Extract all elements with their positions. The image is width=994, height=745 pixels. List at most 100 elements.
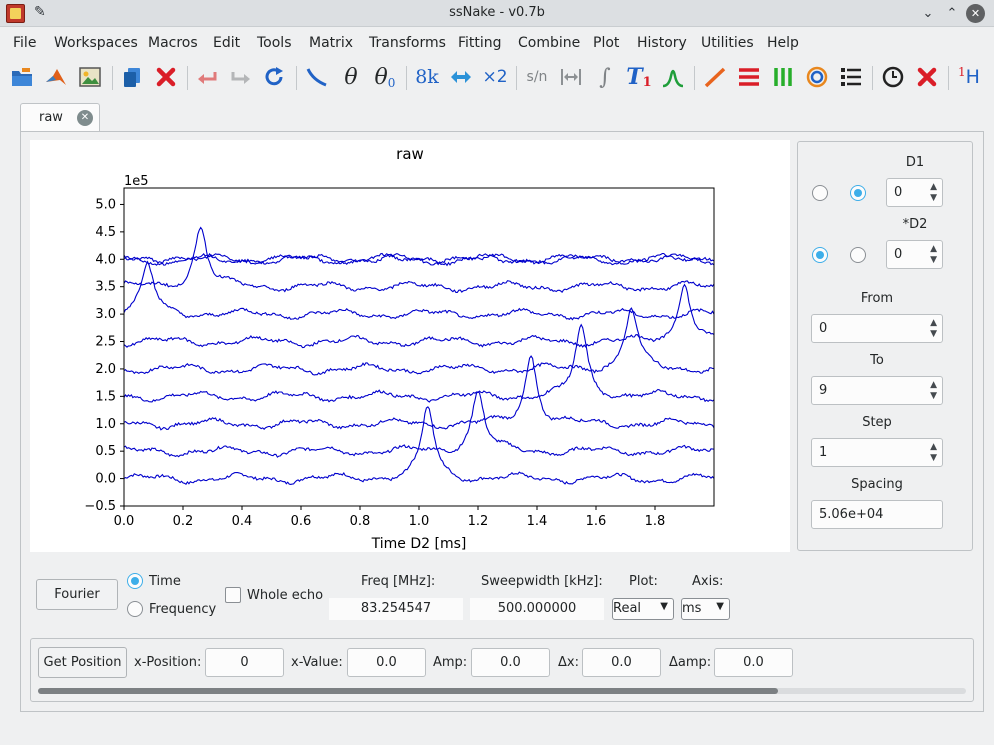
freq-field[interactable]: 83.254547	[329, 598, 463, 620]
toolbar-separator	[872, 66, 873, 90]
size-8k-icon[interactable]: 8k	[413, 63, 441, 91]
axis-unit-select[interactable]: ms ▼	[681, 598, 730, 620]
spacing-field[interactable]: 5.06e+04	[811, 500, 943, 529]
array-plot-icon[interactable]	[769, 63, 797, 91]
snr-icon[interactable]: s/n	[523, 63, 551, 91]
d2-value: 0	[894, 247, 903, 262]
amp-field[interactable]: 0.0	[471, 648, 550, 677]
d2-radio-left[interactable]	[812, 247, 828, 263]
line-plot-icon[interactable]	[701, 63, 729, 91]
tab-close-icon[interactable]: ✕	[77, 110, 93, 126]
toolbar-separator	[948, 66, 949, 90]
contour-icon[interactable]	[803, 63, 831, 91]
delta-amp-field[interactable]: 0.0	[714, 648, 793, 677]
redo-icon[interactable]	[227, 63, 255, 91]
d1-radio-right[interactable]	[850, 185, 866, 201]
d1-up-icon[interactable]: ▲	[930, 183, 937, 192]
plot-traces	[123, 226, 715, 485]
t1-subscript: 1	[642, 74, 652, 90]
d2-up-icon[interactable]: ▲	[930, 245, 937, 254]
fwhm-icon[interactable]	[557, 63, 585, 91]
x-tick-label: 0.6	[291, 514, 312, 529]
integral-icon[interactable]: ∫	[591, 63, 619, 91]
get-position-button[interactable]: Get Position	[38, 647, 127, 678]
fourier-button[interactable]: Fourier	[36, 579, 118, 610]
nucleus-h1-icon[interactable]: 1H	[955, 63, 983, 91]
d2-radio-right[interactable]	[850, 247, 866, 263]
step-spinbox[interactable]: 1 ▲ ▼	[811, 438, 943, 467]
undo-icon[interactable]	[193, 63, 221, 91]
matlab-icon[interactable]	[42, 63, 70, 91]
y-offset-label: 1e5	[124, 174, 149, 189]
trace-line	[123, 283, 715, 349]
delta-x-field[interactable]: 0.0	[582, 648, 661, 677]
tab-raw[interactable]: raw ✕	[20, 103, 100, 132]
menu-macros[interactable]: Macros	[148, 35, 198, 51]
x-value-field[interactable]: 0.0	[347, 648, 426, 677]
stack-plot-icon[interactable]	[735, 63, 763, 91]
phase-zero-icon[interactable]: θ0	[371, 63, 399, 91]
menu-matrix[interactable]: Matrix	[309, 35, 353, 51]
to-value: 9	[819, 383, 828, 398]
theta-glyph: θ	[374, 64, 388, 90]
clock-icon[interactable]	[879, 63, 907, 91]
menu-utilities[interactable]: Utilities	[701, 35, 754, 51]
menu-file[interactable]: File	[13, 35, 36, 51]
menu-tools[interactable]: Tools	[257, 35, 292, 51]
list-icon[interactable]	[837, 63, 865, 91]
menu-plot[interactable]: Plot	[593, 35, 619, 51]
frequency-radio[interactable]	[127, 601, 143, 617]
menu-workspaces[interactable]: Workspaces	[54, 35, 138, 51]
menu-help[interactable]: Help	[767, 35, 799, 51]
minimize-icon[interactable]: ⌄	[918, 4, 938, 23]
menu-combine[interactable]: Combine	[518, 35, 580, 51]
trace-line	[123, 355, 715, 431]
y-tick-label: 3.5	[95, 280, 116, 295]
close-window-icon[interactable]: ✕	[966, 4, 985, 23]
y-tick-label: 4.5	[95, 225, 116, 240]
d2-down-icon[interactable]: ▼	[930, 256, 937, 265]
scrollbar-thumb[interactable]	[38, 688, 778, 694]
close-icon[interactable]	[913, 63, 941, 91]
menu-transforms[interactable]: Transforms	[369, 35, 446, 51]
swap-icon[interactable]	[447, 63, 475, 91]
from-down-icon[interactable]: ▼	[930, 330, 937, 339]
x-tick-label: 0.8	[350, 514, 371, 529]
step-down-icon[interactable]: ▼	[930, 454, 937, 463]
menu-history[interactable]: History	[637, 35, 687, 51]
t1-icon[interactable]: T1	[625, 63, 653, 91]
to-up-icon[interactable]: ▲	[930, 381, 937, 390]
time-radio[interactable]	[127, 573, 143, 589]
image-icon[interactable]	[76, 63, 104, 91]
menu-fitting[interactable]: Fitting	[458, 35, 502, 51]
to-down-icon[interactable]: ▼	[930, 392, 937, 401]
plot-canvas[interactable]: raw 1e5 0.0 0.2 0.4 0.6 0.8 1.0 1.2 1.4 1.6 1.8 5…	[30, 140, 790, 552]
step-up-icon[interactable]: ▲	[930, 443, 937, 452]
horizontal-scrollbar[interactable]	[38, 688, 966, 694]
sweepwidth-field[interactable]: 500.000000	[470, 598, 604, 620]
step-value: 1	[819, 445, 828, 460]
baseline-icon[interactable]	[303, 63, 331, 91]
d1-spinbox[interactable]: 0 ▲ ▼	[886, 178, 943, 207]
plot-axes-frame	[123, 187, 715, 507]
delete-icon[interactable]	[152, 63, 180, 91]
plot-mode-select[interactable]: Real ▼	[612, 598, 674, 620]
menu-edit[interactable]: Edit	[213, 35, 240, 51]
d1-down-icon[interactable]: ▼	[930, 194, 937, 203]
multiply-2-icon[interactable]: ×2	[481, 63, 509, 91]
reload-icon[interactable]	[261, 63, 289, 91]
to-spinbox[interactable]: 9 ▲ ▼	[811, 376, 943, 405]
maximize-icon[interactable]: ⌃	[942, 4, 962, 23]
d1-radio-left[interactable]	[812, 185, 828, 201]
plot-mode-value: Real	[613, 601, 642, 616]
spacing-label: Spacing	[851, 477, 903, 492]
from-up-icon[interactable]: ▲	[930, 319, 937, 328]
open-folder-icon[interactable]	[8, 63, 36, 91]
d2-spinbox[interactable]: 0 ▲ ▼	[886, 240, 943, 269]
copy-icon[interactable]	[118, 63, 146, 91]
phase-icon[interactable]: θ	[337, 63, 365, 91]
whole-echo-checkbox[interactable]	[225, 587, 241, 603]
x-position-field[interactable]: 0	[205, 648, 284, 677]
peak-fit-icon[interactable]	[659, 63, 687, 91]
from-spinbox[interactable]: 0 ▲ ▼	[811, 314, 943, 343]
